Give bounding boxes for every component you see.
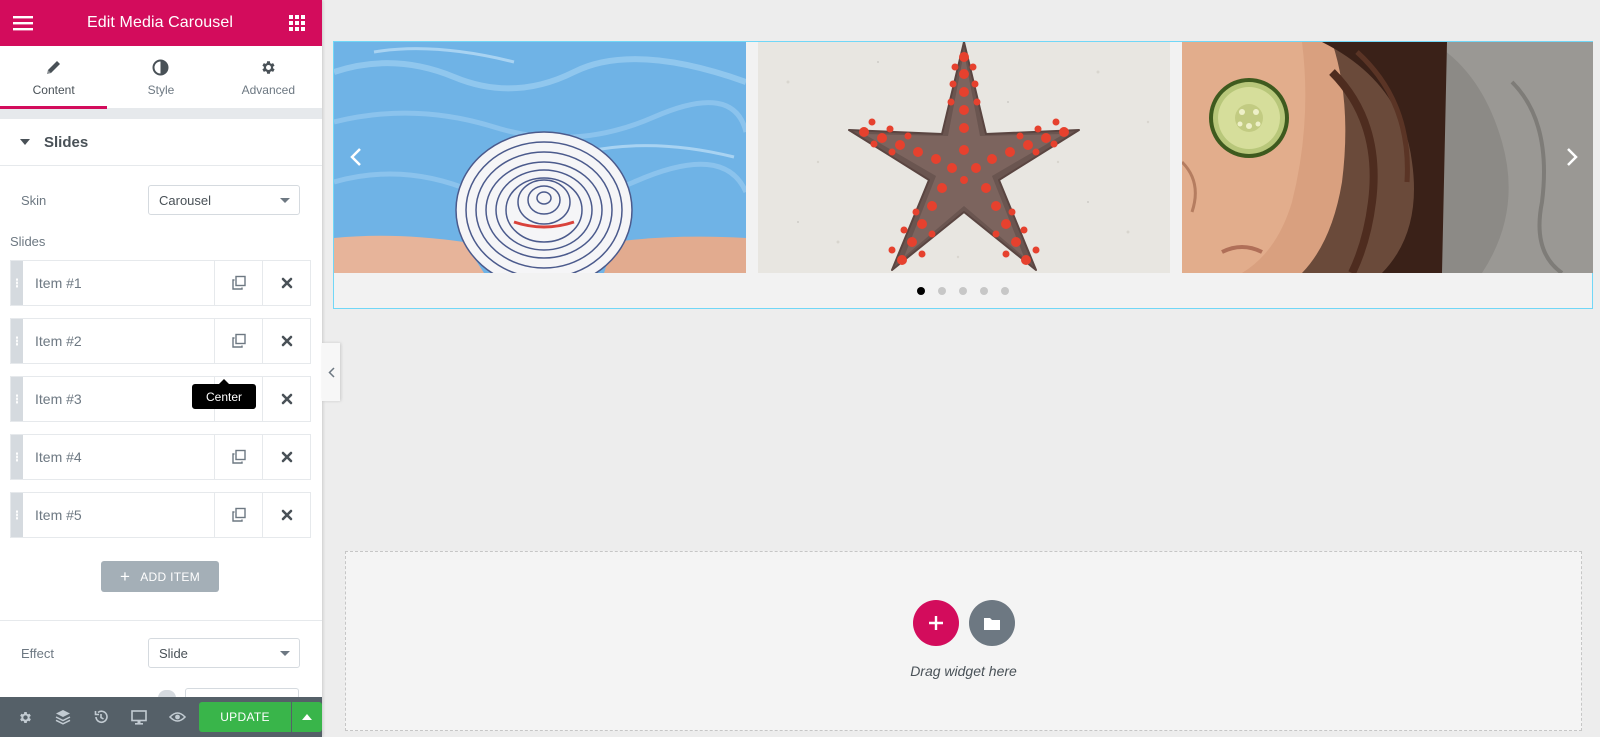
duplicate-button[interactable]	[214, 261, 262, 305]
pagination-dot[interactable]	[980, 287, 988, 295]
carousel-prev-button[interactable]	[344, 142, 368, 172]
copy-icon	[231, 449, 246, 464]
bottom-bar: UPDATE	[0, 697, 322, 737]
tooltip: Center	[192, 379, 257, 409]
drag-handle-icon[interactable]	[11, 435, 23, 479]
chevron-down-icon	[280, 197, 290, 203]
skin-control: Skin Carousel	[0, 185, 322, 215]
carousel-next-button[interactable]	[1560, 142, 1584, 172]
section-title: Slides	[44, 133, 89, 151]
repeater-item: Item #5	[10, 492, 311, 538]
effect-label: Effect	[21, 645, 55, 661]
grid-icon[interactable]	[286, 12, 308, 34]
repeater-item: Item #2	[10, 318, 311, 364]
skin-select[interactable]: Carousel	[148, 185, 300, 215]
gear-icon	[260, 58, 277, 78]
plus-icon	[929, 616, 943, 630]
pagination-dot[interactable]	[1001, 287, 1009, 295]
close-icon	[281, 393, 292, 405]
chevron-right-icon	[1567, 148, 1578, 166]
media-carousel[interactable]	[333, 41, 1593, 309]
pagination-dot[interactable]	[959, 287, 967, 295]
copy-icon	[231, 507, 246, 522]
panel-collapse-button[interactable]	[322, 343, 340, 401]
section-slides-toggle[interactable]: Slides	[0, 119, 322, 166]
repeater-item-title[interactable]: Item #4	[23, 435, 214, 479]
hamburger-icon[interactable]	[12, 12, 34, 34]
plus-icon: +	[120, 567, 131, 586]
panel-tabs: Content Style Advanced	[0, 46, 322, 109]
effect-control: Effect Slide	[0, 638, 322, 668]
close-icon	[281, 335, 292, 347]
drag-handle-icon[interactable]	[11, 261, 23, 305]
remove-button[interactable]	[262, 377, 310, 421]
slide-starfish[interactable]	[758, 42, 1170, 273]
skin-label: Skin	[21, 192, 47, 208]
repeater-item-title[interactable]: Item #3	[23, 377, 214, 421]
folder-icon	[984, 617, 1000, 630]
repeater-item-title[interactable]: Item #2	[23, 319, 214, 363]
remove-button[interactable]	[262, 319, 310, 363]
repeater-item-title[interactable]: Item #5	[23, 493, 214, 537]
remove-button[interactable]	[262, 435, 310, 479]
duplicate-button[interactable]	[214, 435, 262, 479]
drag-handle-icon[interactable]	[11, 377, 23, 421]
chevron-left-icon	[350, 148, 361, 166]
caret-down-icon	[20, 139, 30, 145]
close-icon	[281, 509, 292, 521]
drag-handle-icon[interactable]	[11, 493, 23, 537]
chevron-down-icon	[280, 650, 290, 656]
repeater-item: Item #4	[10, 434, 311, 480]
panel-header: Edit Media Carousel	[0, 0, 322, 46]
pagination-dot[interactable]	[917, 287, 925, 295]
pagination-dot[interactable]	[938, 287, 946, 295]
copy-icon	[231, 275, 246, 290]
tab-advanced-label: Advanced	[241, 82, 295, 97]
slides-label: Slides	[10, 234, 46, 249]
tab-content-label: Content	[32, 82, 75, 97]
history-icon[interactable]	[82, 697, 120, 737]
slide-pool-hat[interactable]	[334, 42, 746, 273]
layers-icon[interactable]	[44, 697, 82, 737]
close-icon	[281, 451, 292, 463]
tab-advanced[interactable]: Advanced	[215, 46, 322, 108]
effect-select[interactable]: Slide	[148, 638, 300, 668]
copy-icon	[231, 333, 246, 348]
divider	[0, 620, 322, 621]
half-circle-icon	[152, 58, 169, 78]
caret-up-icon	[302, 714, 312, 720]
duplicate-button[interactable]	[214, 493, 262, 537]
panel-title: Edit Media Carousel	[87, 14, 233, 31]
remove-button[interactable]	[262, 261, 310, 305]
editor-panel: Edit Media Carousel Content Style Advanc…	[0, 0, 322, 737]
drop-area-text: Drag widget here	[910, 663, 1017, 679]
skin-value: Carousel	[159, 192, 212, 208]
remove-button[interactable]	[262, 493, 310, 537]
add-item-button[interactable]: + ADD ITEM	[101, 561, 219, 592]
drop-area[interactable]: Drag widget here	[345, 551, 1582, 731]
carousel-pagination	[334, 287, 1592, 295]
drag-handle-icon[interactable]	[11, 319, 23, 363]
settings-icon[interactable]	[6, 697, 44, 737]
tab-spacer	[0, 109, 322, 119]
add-section-button[interactable]	[913, 600, 959, 646]
add-template-button[interactable]	[969, 600, 1015, 646]
tab-content[interactable]: Content	[0, 46, 108, 109]
close-icon	[281, 277, 292, 289]
preview-icon[interactable]	[158, 697, 196, 737]
repeater-item: Item #1	[10, 260, 311, 306]
repeater-item: Item #3	[10, 376, 311, 422]
slide-cucumber-face[interactable]	[1182, 42, 1593, 273]
responsive-icon[interactable]	[120, 697, 158, 737]
chevron-left-icon	[327, 366, 335, 378]
tab-style[interactable]: Style	[107, 46, 214, 108]
tab-style-label: Style	[147, 82, 175, 97]
update-options-button[interactable]	[292, 702, 322, 732]
effect-value: Slide	[159, 645, 188, 661]
pencil-icon	[45, 58, 62, 78]
repeater-item-title[interactable]: Item #1	[23, 261, 214, 305]
add-item-label: ADD ITEM	[140, 569, 200, 584]
update-button[interactable]: UPDATE	[199, 702, 291, 732]
duplicate-button[interactable]	[214, 319, 262, 363]
